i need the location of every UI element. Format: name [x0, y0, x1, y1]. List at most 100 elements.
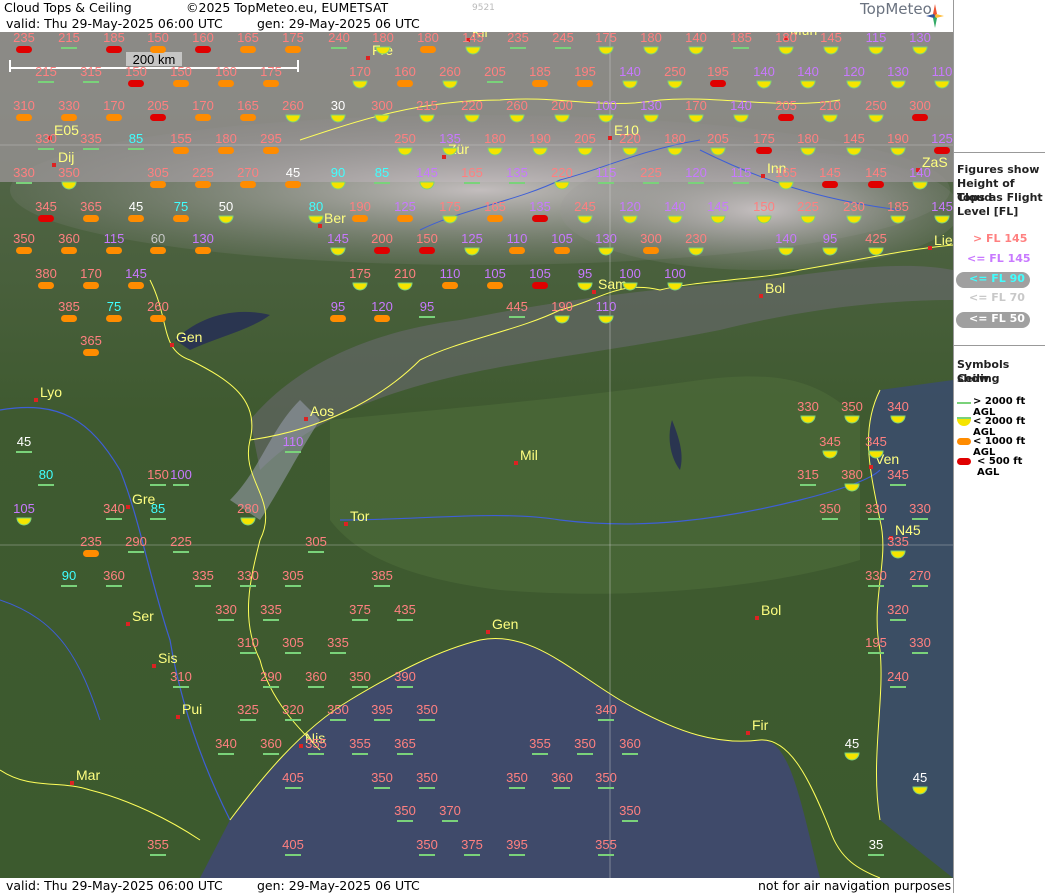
- cloud-top-value: 100: [170, 467, 192, 482]
- ceiling-symbol: [419, 787, 435, 789]
- cloud-top-value: 365: [394, 736, 416, 751]
- cloud-top-value: 95: [420, 299, 434, 314]
- ceiling-symbol: [352, 753, 368, 755]
- cloud-top-value: 300: [371, 98, 393, 113]
- cloud-top-value: 290: [260, 669, 282, 684]
- ceiling-symbol: [173, 215, 189, 222]
- cloud-top-value: 95: [578, 266, 592, 281]
- cloud-top-value: 395: [371, 702, 393, 717]
- cloud-top-value: 315: [80, 64, 102, 79]
- cloud-top-value: 345: [887, 467, 909, 482]
- cloud-top-value: 155: [170, 131, 192, 146]
- station-marker: 155: [170, 131, 192, 154]
- station-marker: 165: [484, 199, 506, 222]
- ceiling-symbol: [150, 181, 166, 188]
- ceiling-symbol: [263, 147, 279, 154]
- cloud-top-value: 145: [462, 32, 484, 45]
- station-marker: 365: [80, 333, 102, 356]
- ceiling-symbol: [934, 147, 950, 154]
- station-marker: 175: [260, 64, 282, 87]
- cloud-top-value: 120: [371, 299, 393, 314]
- ceiling-symbol: [912, 114, 928, 121]
- ceiling-symbol: [61, 315, 77, 322]
- cloud-top-value: 360: [58, 231, 80, 246]
- cloud-top-value: 225: [797, 199, 819, 214]
- ceiling-symbol: [61, 114, 77, 121]
- cloud-top-value: 300: [640, 231, 662, 246]
- ceiling-symbol: [150, 46, 166, 53]
- legend-level-above-145: > FL 145: [954, 232, 1045, 250]
- cloud-top-value: 165: [775, 165, 797, 180]
- header-bar: Cloud Tops & Ceiling ©2025 TopMeteo.eu, …: [0, 0, 953, 32]
- cloud-top-value: 185: [103, 32, 125, 45]
- city-label: Dij: [58, 149, 74, 165]
- cloud-top-value: 150: [170, 64, 192, 79]
- cloud-top-value: 190: [887, 131, 909, 146]
- ceiling-symbol: [330, 719, 346, 721]
- station-marker: 105: [551, 231, 573, 254]
- cloud-top-value: 180: [797, 131, 819, 146]
- ceiling-symbol: [890, 686, 906, 688]
- cloud-top-value: 185: [887, 199, 909, 214]
- ceiling-symbol: [195, 247, 211, 254]
- cloud-top-value: 350: [416, 702, 438, 717]
- cloud-top-value: 145: [819, 165, 841, 180]
- ceiling-symbol: [331, 47, 347, 49]
- legend-level-label: > FL 145: [973, 232, 1028, 245]
- cloud-top-value: 110: [932, 64, 953, 79]
- satellite-map[interactable]: 200 km MunFreKliE05DijZürE10InnZaSBerLie…: [0, 32, 953, 878]
- cloud-top-value: 230: [685, 231, 707, 246]
- ceiling-symbol: [868, 652, 884, 654]
- city-marker: [746, 731, 750, 735]
- station-marker: 300: [640, 231, 662, 254]
- cloud-top-value: 240: [328, 32, 350, 45]
- cloud-top-value: 205: [484, 64, 506, 79]
- station-marker: 45: [285, 165, 301, 188]
- cloud-top-value: 260: [506, 98, 528, 113]
- ceiling-symbol: [106, 247, 122, 254]
- cloud-top-value: 305: [147, 165, 169, 180]
- ceiling-symbol: [285, 585, 301, 587]
- ceiling-symbol: [38, 484, 54, 486]
- cloud-top-value: 330: [237, 568, 259, 583]
- cloud-top-value: 355: [349, 736, 371, 751]
- cloud-top-value: 220: [461, 98, 483, 113]
- cloud-top-value: 350: [371, 770, 393, 785]
- city-marker: [869, 465, 873, 469]
- ceiling-symbol: [442, 282, 458, 289]
- ceiling-symbol: [150, 247, 166, 254]
- cloud-top-value: 365: [80, 333, 102, 348]
- cloud-top-value: 110: [283, 434, 304, 449]
- station-marker: 75: [106, 299, 122, 322]
- ceiling-symbol: [374, 787, 390, 789]
- ceiling-symbol: [442, 820, 458, 822]
- cloud-top-value: 60: [151, 231, 165, 246]
- ceiling-symbol: [509, 247, 525, 254]
- ceiling-symbol: [487, 215, 503, 222]
- city-marker: [755, 616, 759, 620]
- cloud-top-value: 90: [62, 568, 76, 583]
- cloud-top-value: 330: [909, 501, 931, 516]
- station-marker: 45: [844, 736, 860, 761]
- cloud-top-value: 425: [865, 231, 887, 246]
- station-marker: 145: [819, 165, 841, 188]
- ceiling-symbol: [240, 585, 256, 587]
- station-marker: 115: [104, 231, 124, 254]
- cloud-top-value: 130: [192, 231, 214, 246]
- cloud-top-value: 215: [35, 64, 57, 79]
- cloud-top-value: 140: [797, 64, 819, 79]
- ceiling-symbol: [912, 518, 928, 520]
- city-label: Bol: [761, 602, 781, 618]
- ceiling-symbol: [912, 585, 928, 587]
- ceiling-symbol: [150, 854, 166, 856]
- station-marker: 95: [822, 231, 838, 256]
- cloud-top-value: 140: [730, 98, 752, 113]
- cloud-top-value: 225: [170, 534, 192, 549]
- station-marker: 160: [192, 32, 214, 53]
- cloud-top-value: 330: [797, 399, 819, 414]
- station-marker: 305: [147, 165, 169, 188]
- cloud-top-value: 130: [595, 231, 617, 246]
- ceiling-symbol: [240, 181, 256, 188]
- ceiling-symbol: [83, 215, 99, 222]
- cloud-top-value: 175: [282, 32, 304, 45]
